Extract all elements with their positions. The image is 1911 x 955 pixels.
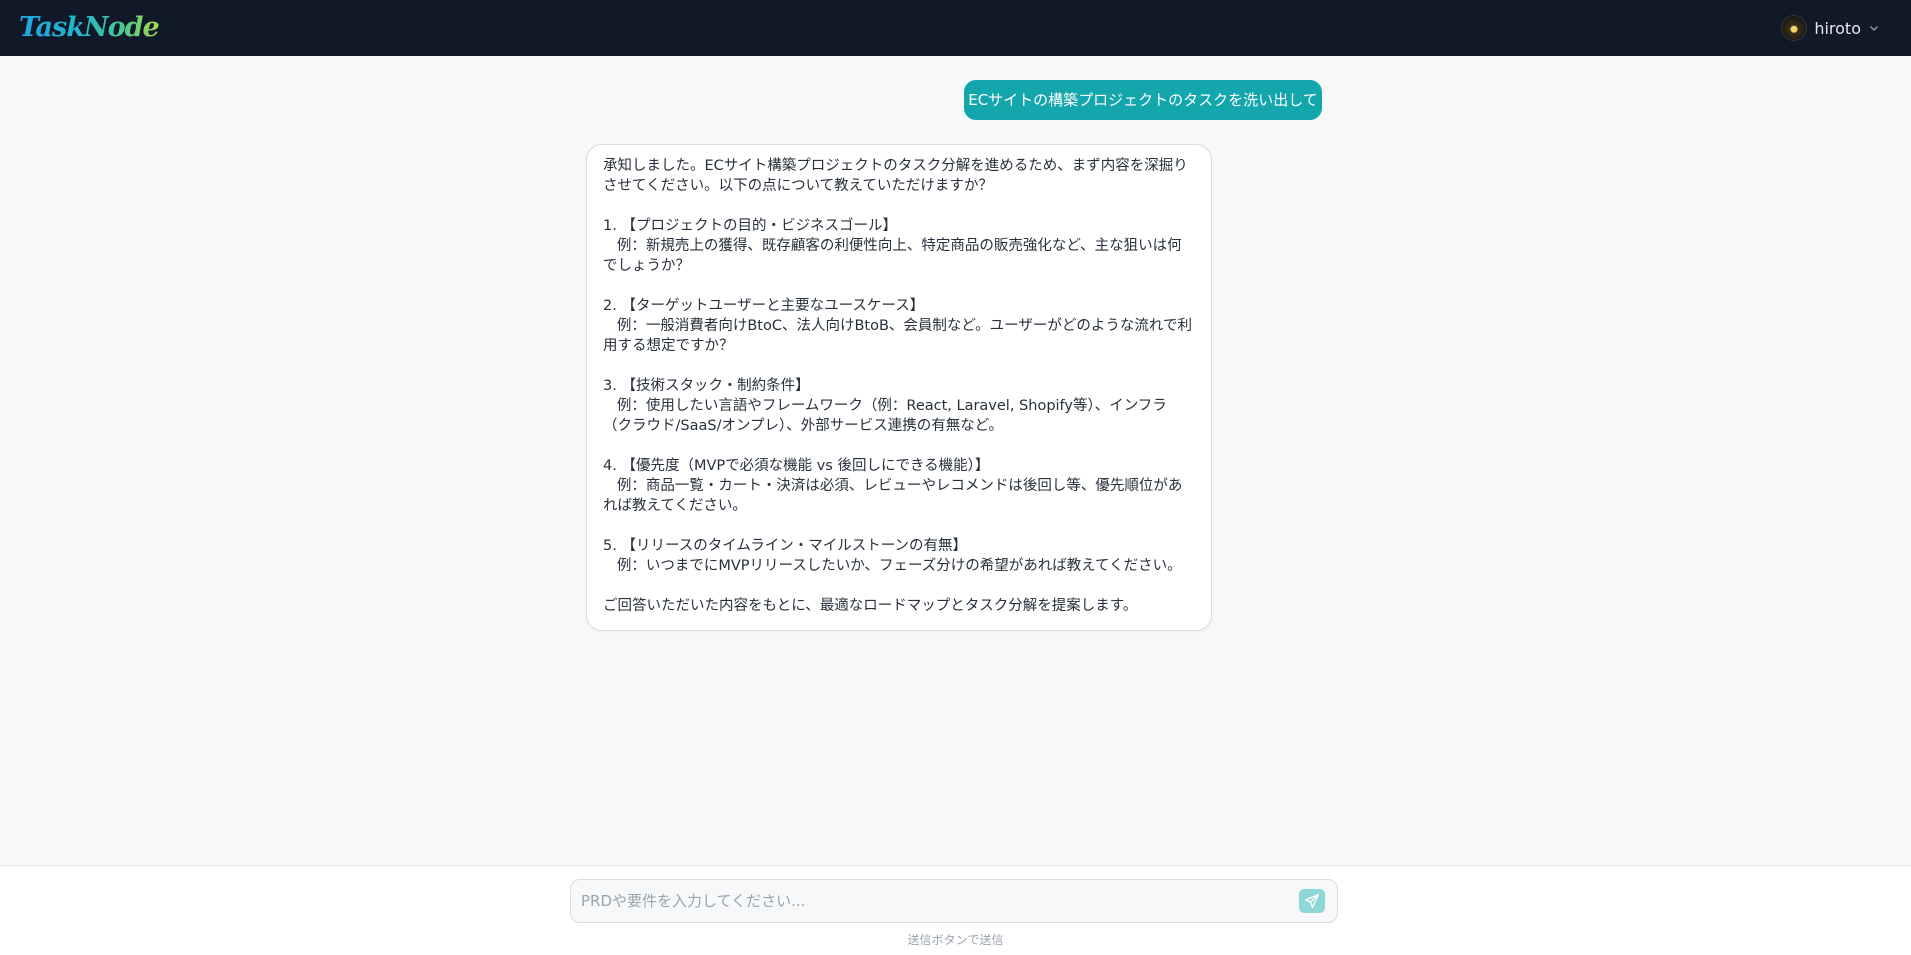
user-menu[interactable]: hiroto — [1782, 15, 1879, 41]
message-input[interactable] — [581, 880, 1271, 922]
send-icon — [1304, 893, 1320, 909]
user-avatar — [1782, 16, 1807, 40]
send-button[interactable] — [1299, 889, 1325, 913]
app-logo[interactable]: TaskNode — [19, 10, 160, 46]
message-input-container — [570, 879, 1338, 923]
chevron-down-icon — [1870, 26, 1878, 31]
composer-bar: 送信ボタンで送信 — [0, 865, 1911, 955]
assistant-message-bubble: 承知しました。ECサイト構築プロジェクトのタスク分解を進めるため、まず内容を深掘… — [586, 144, 1212, 631]
send-hint-text: 送信ボタンで送信 — [907, 933, 1004, 947]
username-label: hiroto — [1814, 18, 1861, 38]
chat-area: ECサイトの構築プロジェクトのタスクを洗い出して 承知しました。ECサイト構築プ… — [0, 56, 1911, 865]
top-navigation-bar: TaskNode hiroto — [0, 0, 1911, 56]
user-message-bubble: ECサイトの構築プロジェクトのタスクを洗い出して — [964, 80, 1322, 120]
